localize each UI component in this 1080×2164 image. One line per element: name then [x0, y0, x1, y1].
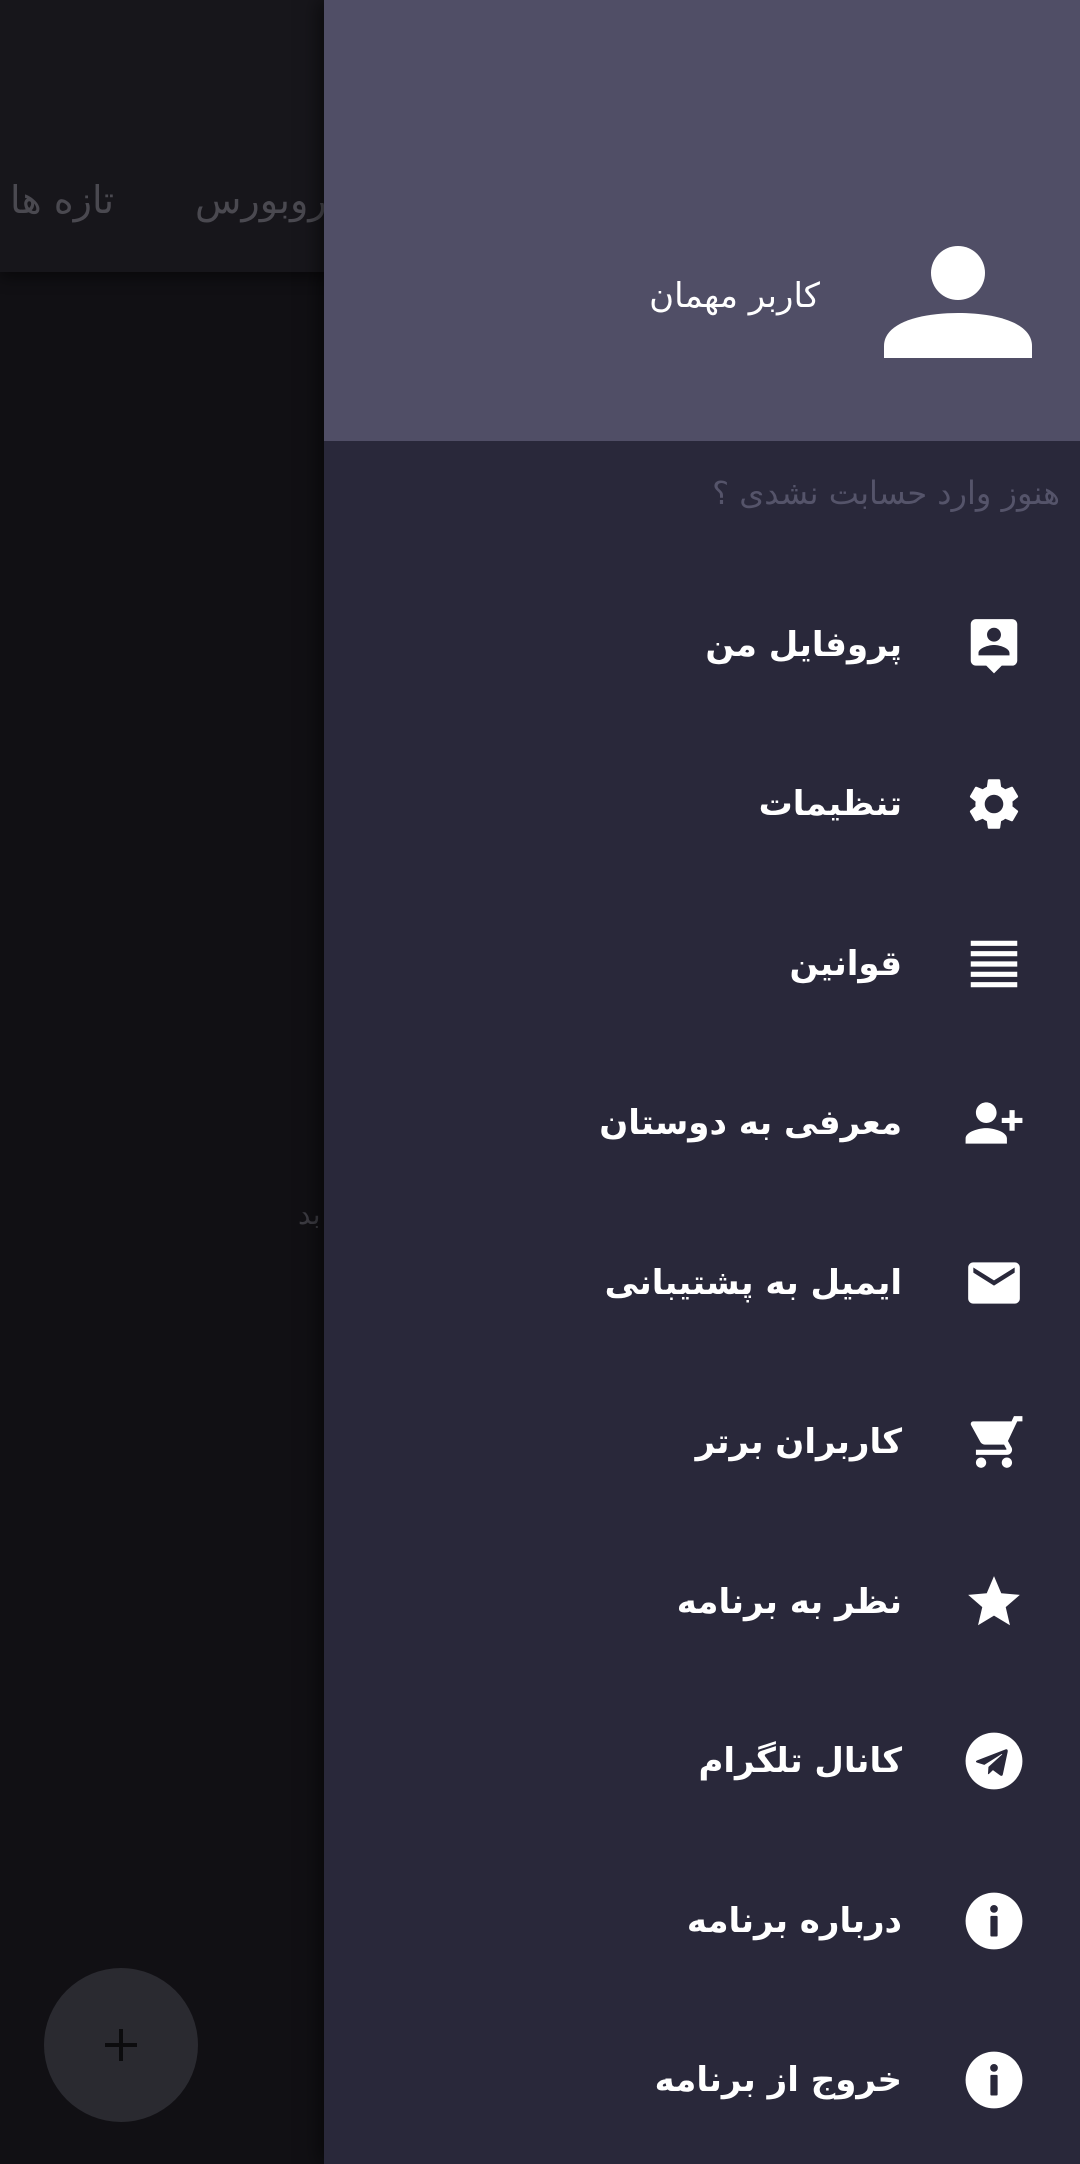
drawer-menu: پروفایل من تنظیمات قوانین معرفی به دوستا… — [324, 565, 1080, 2160]
menu-item-label: معرفی به دوستان — [599, 1103, 902, 1144]
mail-icon — [963, 1252, 1025, 1314]
cart-icon — [963, 1411, 1025, 1473]
info-icon — [963, 1890, 1025, 1952]
tab-fresh: تازه ها — [10, 178, 115, 222]
menu-item-label: پروفایل من — [705, 624, 902, 665]
add-fab-button — [44, 1968, 198, 2122]
screen: تازه ها روبورس بد کاربر مهمان هنوز وارد … — [0, 0, 1080, 2164]
menu-item-label: درباره برنامه — [686, 1900, 902, 1941]
login-prompt-link[interactable]: هنوز وارد حسابت نشدی ؟ — [712, 474, 1060, 512]
guest-user-name: کاربر مهمان — [649, 276, 820, 316]
drawer-header: کاربر مهمان — [324, 0, 1080, 441]
menu-item-label: تنظیمات — [758, 784, 902, 825]
menu-item-my-profile[interactable]: پروفایل من — [324, 565, 1080, 725]
background-content-text: بد — [298, 1198, 321, 1231]
menu-item-top-users[interactable]: کاربران برتر — [324, 1363, 1080, 1523]
menu-item-rules[interactable]: قوانین — [324, 884, 1080, 1044]
gear-icon — [963, 773, 1025, 835]
menu-item-rate-app[interactable]: نظر به برنامه — [324, 1522, 1080, 1682]
menu-item-settings[interactable]: تنظیمات — [324, 725, 1080, 885]
menu-item-label: خروج از برنامه — [654, 2060, 902, 2101]
menu-item-invite-friends[interactable]: معرفی به دوستان — [324, 1044, 1080, 1204]
account-box-icon — [963, 614, 1025, 676]
person-icon — [884, 246, 1032, 358]
plus-icon — [105, 2029, 137, 2061]
telegram-icon — [963, 1730, 1025, 1792]
avatar[interactable] — [884, 246, 1032, 358]
menu-item-about-app[interactable]: درباره برنامه — [324, 1841, 1080, 2001]
menu-item-label: نظر به برنامه — [676, 1581, 902, 1622]
navigation-drawer: کاربر مهمان هنوز وارد حسابت نشدی ؟ پروفا… — [324, 0, 1080, 2164]
menu-item-exit-app[interactable]: خروج از برنامه — [324, 2001, 1080, 2161]
menu-item-label: کاربران برتر — [695, 1422, 902, 1463]
info-icon — [963, 2049, 1025, 2111]
menu-item-email-support[interactable]: ایمیل به پشتیبانی — [324, 1203, 1080, 1363]
menu-item-label: کانال تلگرام — [698, 1741, 902, 1782]
person-add-icon — [963, 1092, 1025, 1154]
star-icon — [963, 1571, 1025, 1633]
menu-item-label: قوانین — [789, 943, 902, 984]
menu-item-label: ایمیل به پشتیبانی — [604, 1262, 902, 1303]
lines-icon — [963, 933, 1025, 995]
tab-robobors: روبورس — [195, 178, 327, 222]
menu-item-telegram-channel[interactable]: کانال تلگرام — [324, 1682, 1080, 1842]
